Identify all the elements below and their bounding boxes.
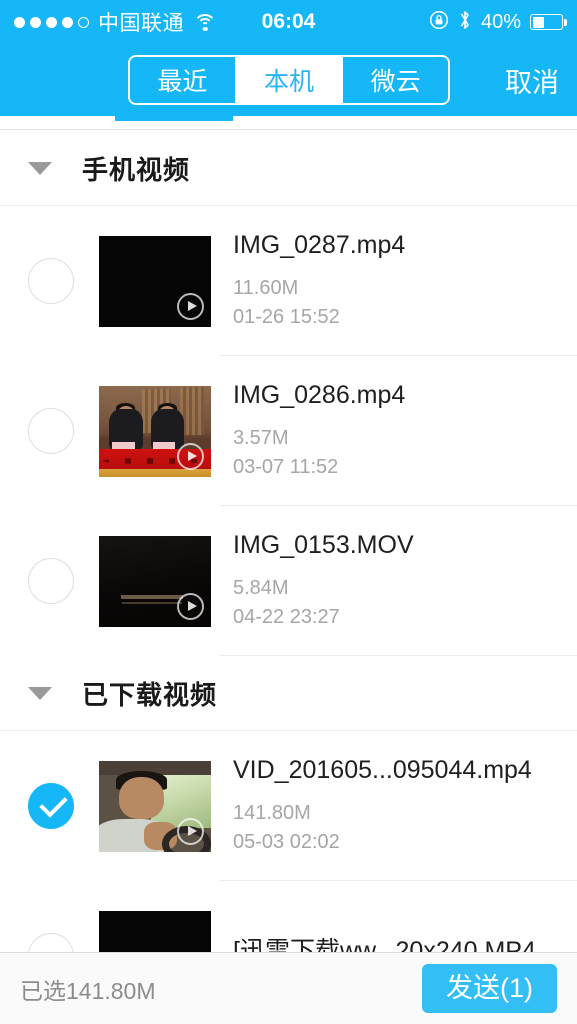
file-checkbox[interactable] xyxy=(28,258,74,304)
status-bar: 中国联通 06:04 40% xyxy=(0,0,577,44)
carrier-name: 中国联通 xyxy=(98,12,184,35)
video-thumbnail[interactable] xyxy=(99,760,211,852)
signal-strength-icon xyxy=(14,16,89,28)
section-header-phone-videos[interactable]: 手机视频 xyxy=(0,131,577,206)
play-icon xyxy=(177,442,204,470)
video-thumbnail[interactable] xyxy=(99,535,211,627)
file-size: 11.60M xyxy=(233,277,299,300)
file-row[interactable]: VID_201605...095044.mp4 141.80M 05-03 02… xyxy=(0,731,577,881)
file-name: IMG_0153.MOV xyxy=(233,531,414,560)
file-list[interactable]: 手机视频 IMG_0287.mp4 11.60M 01-26 15:52 IMG… xyxy=(0,131,577,952)
file-name: [迅雷下载ww...20x240.MP4 xyxy=(233,937,536,952)
video-thumbnail[interactable] xyxy=(99,235,211,327)
file-date: 04-22 23:27 xyxy=(233,605,340,628)
file-date: 05-03 02:02 xyxy=(233,830,340,853)
status-bar-left: 中国联通 xyxy=(14,7,217,37)
file-meta: VID_201605...095044.mp4 141.80M 05-03 02… xyxy=(233,756,532,856)
segment-weiyun[interactable]: 微云 xyxy=(343,57,448,103)
play-icon xyxy=(177,817,204,845)
selected-size-label: 已选141.80M xyxy=(20,977,156,1004)
file-name: IMG_0286.mp4 xyxy=(233,381,406,410)
section-title: 手机视频 xyxy=(82,154,191,185)
file-date: 03-07 11:52 xyxy=(233,455,339,478)
file-row[interactable]: [迅雷下载ww...20x240.MP4 xyxy=(0,881,577,952)
section-title: 已下载视频 xyxy=(82,679,218,710)
file-row[interactable]: IMG_0153.MOV 5.84M 04-22 23:27 xyxy=(0,506,577,656)
tab-active-indicator xyxy=(115,116,233,121)
play-icon xyxy=(177,292,204,320)
file-picker-screen: 中国联通 06:04 40% 最近 本机 微云 取消 手机视频 IMG_0287… xyxy=(0,0,577,1024)
send-button[interactable]: 发送(1) xyxy=(422,963,557,1014)
source-segmented-control[interactable]: 最近 本机 微云 xyxy=(128,55,450,105)
bluetooth-icon xyxy=(458,9,472,36)
video-thumbnail[interactable] xyxy=(99,385,211,477)
play-icon xyxy=(177,592,204,620)
bottom-action-bar: 已选141.80M 发送(1) xyxy=(0,952,577,1024)
file-checkbox[interactable] xyxy=(28,933,74,952)
file-size: 141.80M xyxy=(233,802,311,825)
file-checkbox[interactable] xyxy=(28,408,74,454)
navigation-bar: 最近 本机 微云 取消 xyxy=(0,44,577,116)
section-header-downloaded-videos[interactable]: 已下载视频 xyxy=(0,656,577,731)
file-size: 5.84M xyxy=(233,577,289,600)
chevron-down-icon[interactable] xyxy=(28,161,52,175)
status-bar-right: 40% xyxy=(429,9,567,36)
wifi-icon xyxy=(193,13,217,31)
segment-local[interactable]: 本机 xyxy=(236,57,344,103)
file-row[interactable]: IMG_0286.mp4 3.57M 03-07 11:52 xyxy=(0,356,577,506)
file-checkbox[interactable] xyxy=(28,558,74,604)
chevron-down-icon[interactable] xyxy=(28,686,52,700)
file-name: IMG_0287.mp4 xyxy=(233,231,406,260)
file-date: 01-26 15:52 xyxy=(233,305,340,328)
rotation-lock-icon xyxy=(429,10,449,35)
row-separator xyxy=(220,655,577,656)
tab-indicator-strip xyxy=(0,116,577,130)
video-thumbnail[interactable] xyxy=(99,910,211,952)
file-size: 3.57M xyxy=(233,427,289,450)
file-meta: IMG_0286.mp4 3.57M 03-07 11:52 xyxy=(233,381,405,481)
file-meta: [迅雷下载ww...20x240.MP4 xyxy=(233,931,536,952)
segment-recent[interactable]: 最近 xyxy=(130,57,237,103)
battery-percent: 40% xyxy=(480,10,521,33)
cancel-button[interactable]: 取消 xyxy=(505,61,559,100)
file-row[interactable]: IMG_0287.mp4 11.60M 01-26 15:52 xyxy=(0,206,577,356)
file-name: VID_201605...095044.mp4 xyxy=(233,756,532,785)
battery-icon xyxy=(530,14,567,30)
file-checkbox[interactable] xyxy=(28,783,74,829)
file-meta: IMG_0287.mp4 11.60M 01-26 15:52 xyxy=(233,231,405,331)
file-meta: IMG_0153.MOV 5.84M 04-22 23:27 xyxy=(233,531,414,631)
